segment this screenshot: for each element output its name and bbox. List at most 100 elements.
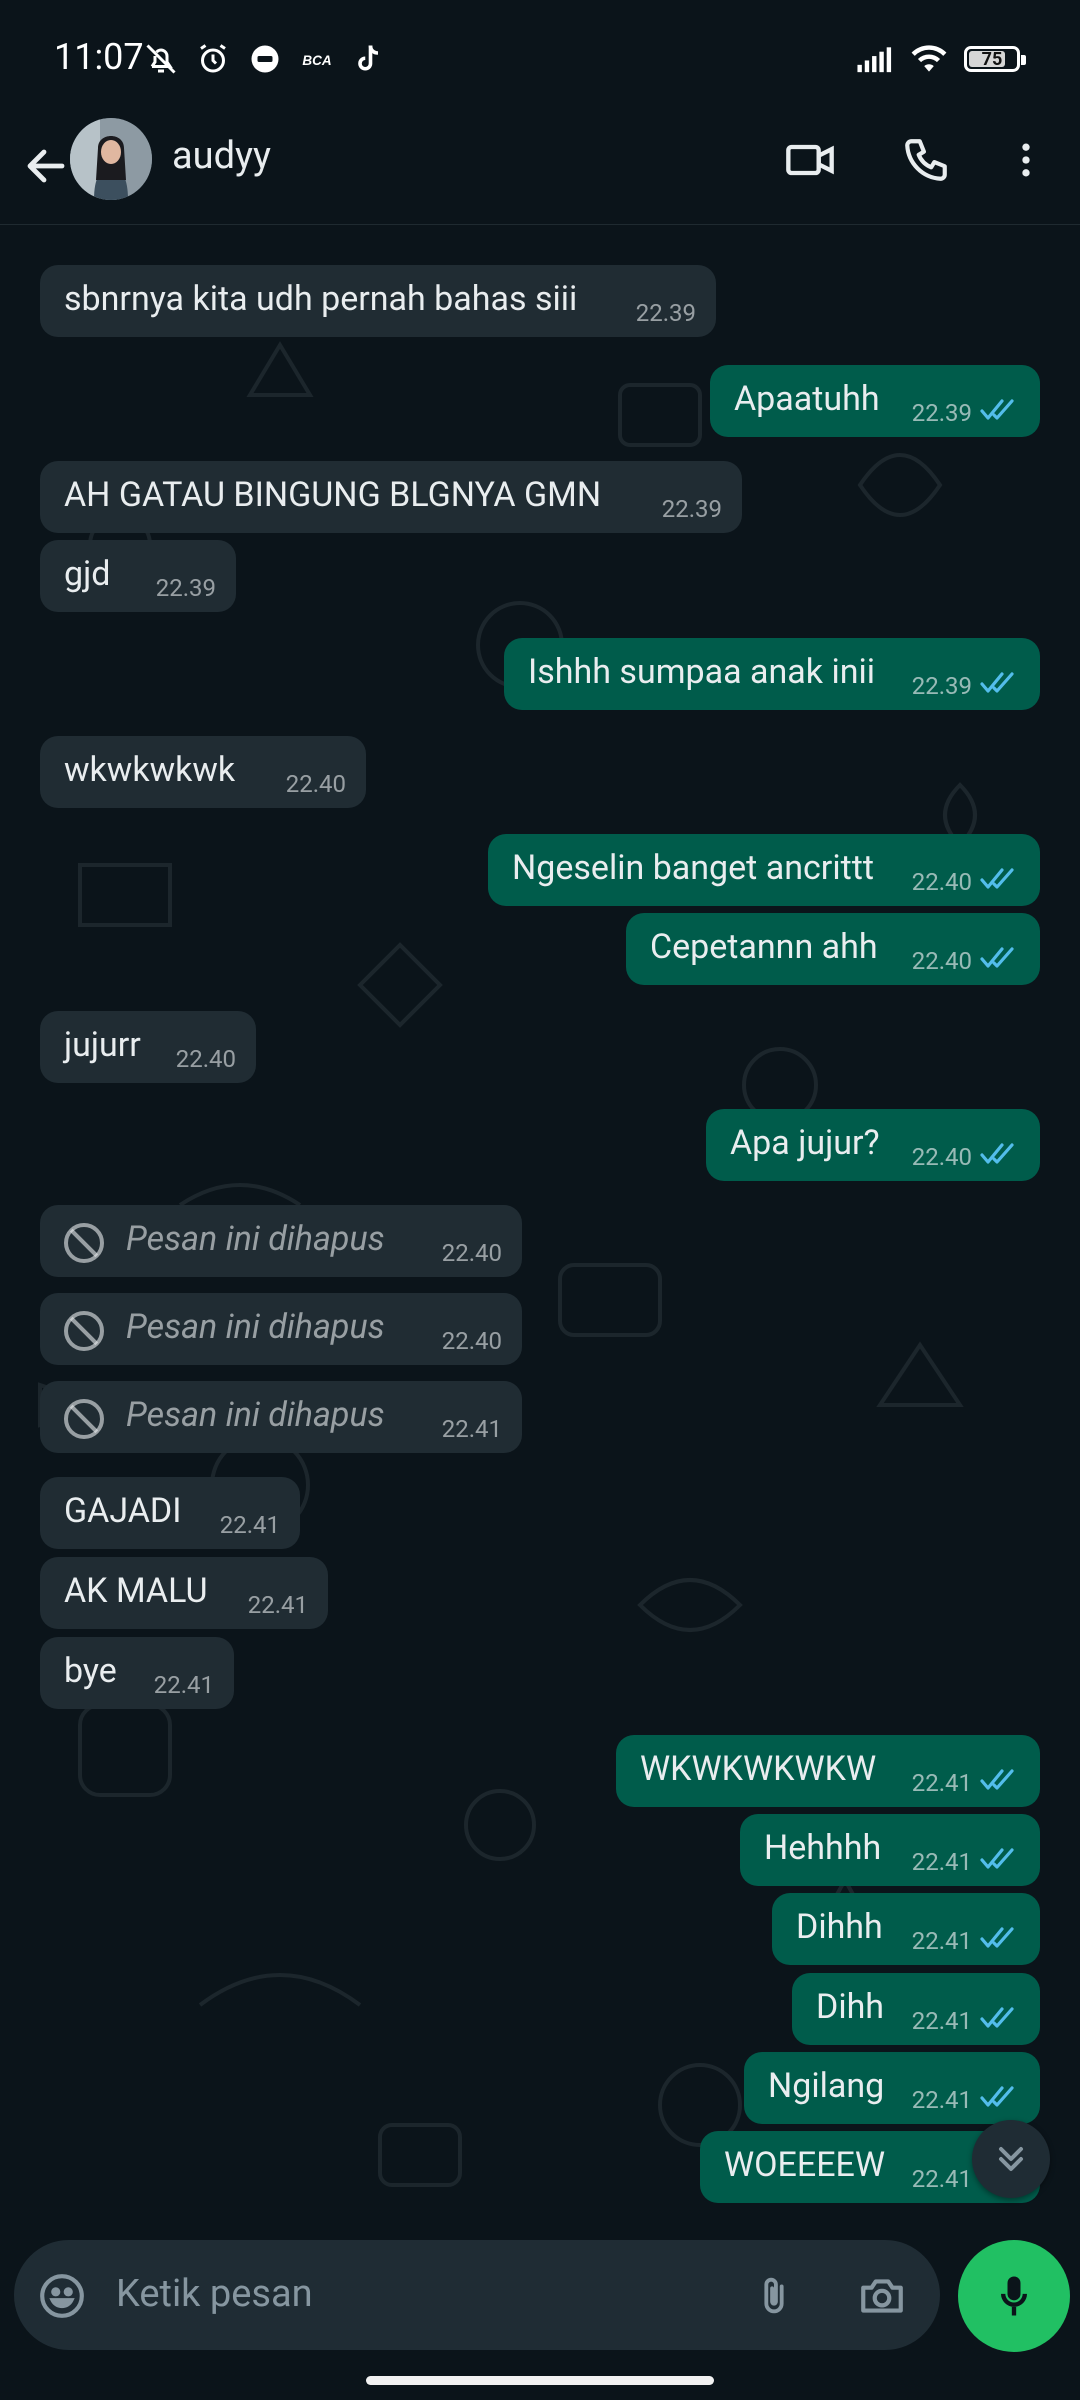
incoming-message-bubble[interactable]: wkwkwkwk 22.40 [40, 736, 366, 808]
read-receipt-icon [980, 668, 1020, 696]
message-time: 22.41 [911, 1848, 972, 1876]
deleted-message-icon [60, 1219, 108, 1267]
incoming-message-bubble[interactable]: jujurr 22.40 [40, 1011, 256, 1083]
double-chevron-down-icon [999, 2147, 1023, 2171]
message-text: Pesan ini dihapus [126, 1219, 385, 1259]
message-text: sbnrnya kita udh pernah bahas siii [64, 279, 578, 319]
message-text: bye [64, 1651, 117, 1691]
message-text: Pesan ini dihapus [126, 1307, 385, 1347]
message-time: 22.40 [911, 1143, 972, 1171]
message-time: 22.41 [911, 1927, 972, 1955]
deleted-message-bubble[interactable]: Pesan ini dihapus 22.41 [40, 1381, 522, 1453]
signal-icon [856, 40, 894, 78]
message-time: 22.39 [635, 299, 696, 327]
read-receipt-icon [980, 1923, 1020, 1951]
outgoing-message-bubble[interactable]: WKWKWKWKW 22.41 [616, 1735, 1040, 1807]
battery-icon: 75 [964, 46, 1026, 72]
more-options-button[interactable] [994, 128, 1058, 192]
outgoing-message-bubble[interactable]: Dihh 22.41 [792, 1973, 1040, 2045]
message-time: 22.41 [219, 1511, 280, 1539]
voice-call-button[interactable] [894, 128, 958, 192]
message-text: Apa jujur? [730, 1123, 880, 1163]
chat-area[interactable]: sbnrnya kita udh pernah bahas siii 22.39 A… [0, 225, 1080, 2230]
voice-message-button[interactable] [958, 2240, 1070, 2352]
status-icons-left: BCA [142, 40, 388, 78]
mute-icon [142, 40, 180, 78]
deleted-message-bubble[interactable]: Pesan ini dihapus 22.40 [40, 1205, 522, 1277]
message-time: 22.40 [285, 770, 346, 798]
message-text: Dihh [816, 1987, 885, 2027]
incoming-message-bubble[interactable]: AH GATAU BINGUNG BLGNYA GMN 22.39 [40, 461, 742, 533]
message-text: Hehhhh [764, 1828, 882, 1868]
incoming-message-bubble[interactable]: sbnrnya kita udh pernah bahas siii 22.39 [40, 265, 716, 337]
incoming-message-bubble[interactable]: AK MALU 22.41 [40, 1557, 328, 1629]
read-receipt-icon [980, 2003, 1020, 2031]
back-button[interactable] [14, 134, 78, 198]
read-receipt-icon [980, 943, 1020, 971]
attach-button[interactable] [744, 2266, 804, 2326]
message-text: GAJADI [64, 1491, 182, 1531]
camera-button[interactable] [852, 2266, 912, 2326]
message-time: 22.40 [911, 947, 972, 975]
status-bar: 11:07 BCA 75 [0, 0, 1080, 120]
more-options-icon [1022, 143, 1030, 177]
read-receipt-icon [980, 395, 1020, 423]
message-text: jujurr [64, 1025, 141, 1065]
contact-avatar[interactable] [70, 118, 152, 200]
video-call-icon [786, 144, 834, 176]
message-input[interactable]: Ketik pesan [14, 2240, 940, 2350]
outgoing-message-bubble[interactable]: Hehhhh 22.41 [740, 1814, 1040, 1886]
message-text: Apaatuhh [734, 379, 880, 419]
message-text: Dihhh [796, 1907, 883, 1947]
message-text: Ngeselin banget ancrittt [512, 848, 874, 888]
message-time: 22.41 [911, 2007, 972, 2035]
outgoing-message-bubble[interactable]: Cepetannn ahh 22.40 [626, 913, 1040, 985]
message-time: 22.41 [911, 1769, 972, 1797]
outgoing-message-bubble[interactable]: Apaatuhh 22.39 [710, 365, 1040, 437]
incoming-message-bubble[interactable]: gjd 22.39 [40, 540, 236, 612]
outgoing-message-bubble[interactable]: Ngilang 22.41 [744, 2052, 1040, 2124]
message-text: AH GATAU BINGUNG BLGNYA GMN [64, 475, 602, 515]
message-text: AK MALU [64, 1571, 208, 1611]
tiktok-icon [350, 40, 388, 78]
read-receipt-icon [980, 864, 1020, 892]
deleted-message-icon [60, 1307, 108, 1355]
deleted-message-icon [60, 1395, 108, 1443]
contact-name[interactable]: audyy [172, 134, 271, 178]
emoji-button[interactable] [34, 2268, 90, 2324]
message-text: Ngilang [768, 2066, 885, 2106]
emoji-icon [40, 2274, 84, 2318]
message-time: 22.41 [153, 1671, 214, 1699]
message-text: wkwkwkwk [64, 750, 236, 790]
alarm-icon [194, 40, 232, 78]
message-time: 22.41 [911, 2086, 972, 2114]
outgoing-message-bubble[interactable]: Ishhh sumpaa anak inii 22.39 [504, 638, 1040, 710]
message-time: 22.41 [441, 1415, 502, 1443]
message-time: 22.40 [441, 1239, 502, 1267]
outgoing-message-bubble[interactable]: Dihhh 22.41 [772, 1893, 1040, 1965]
message-text: WOEEEEW [724, 2145, 886, 2185]
scroll-to-bottom-button[interactable] [972, 2120, 1050, 2198]
battery-level: 75 [981, 48, 1003, 70]
deleted-message-bubble[interactable]: Pesan ini dihapus 22.40 [40, 1293, 522, 1365]
message-text: Pesan ini dihapus [126, 1395, 385, 1435]
outgoing-message-bubble[interactable]: Ngeselin banget ancrittt 22.40 [488, 834, 1040, 906]
notification-icon [246, 40, 284, 78]
video-call-button[interactable] [778, 128, 842, 192]
message-time: 22.41 [247, 1591, 308, 1619]
message-time: 22.40 [175, 1045, 236, 1073]
read-receipt-icon [980, 1139, 1020, 1167]
read-receipt-icon [980, 1844, 1020, 1872]
incoming-message-bubble[interactable]: bye 22.41 [40, 1637, 234, 1709]
message-time: 22.39 [661, 495, 722, 523]
voice-call-icon [905, 139, 947, 181]
input-placeholder: Ketik pesan [116, 2272, 313, 2316]
outgoing-message-bubble[interactable]: Apa jujur? 22.40 [706, 1109, 1040, 1181]
message-time: 22.40 [911, 868, 972, 896]
message-text: gjd [64, 554, 111, 594]
message-text: Ishhh sumpaa anak inii [528, 652, 876, 692]
status-time: 11:07 [54, 36, 144, 78]
back-arrow-icon [27, 149, 65, 183]
read-receipt-icon [980, 1765, 1020, 1793]
incoming-message-bubble[interactable]: GAJADI 22.41 [40, 1477, 300, 1549]
